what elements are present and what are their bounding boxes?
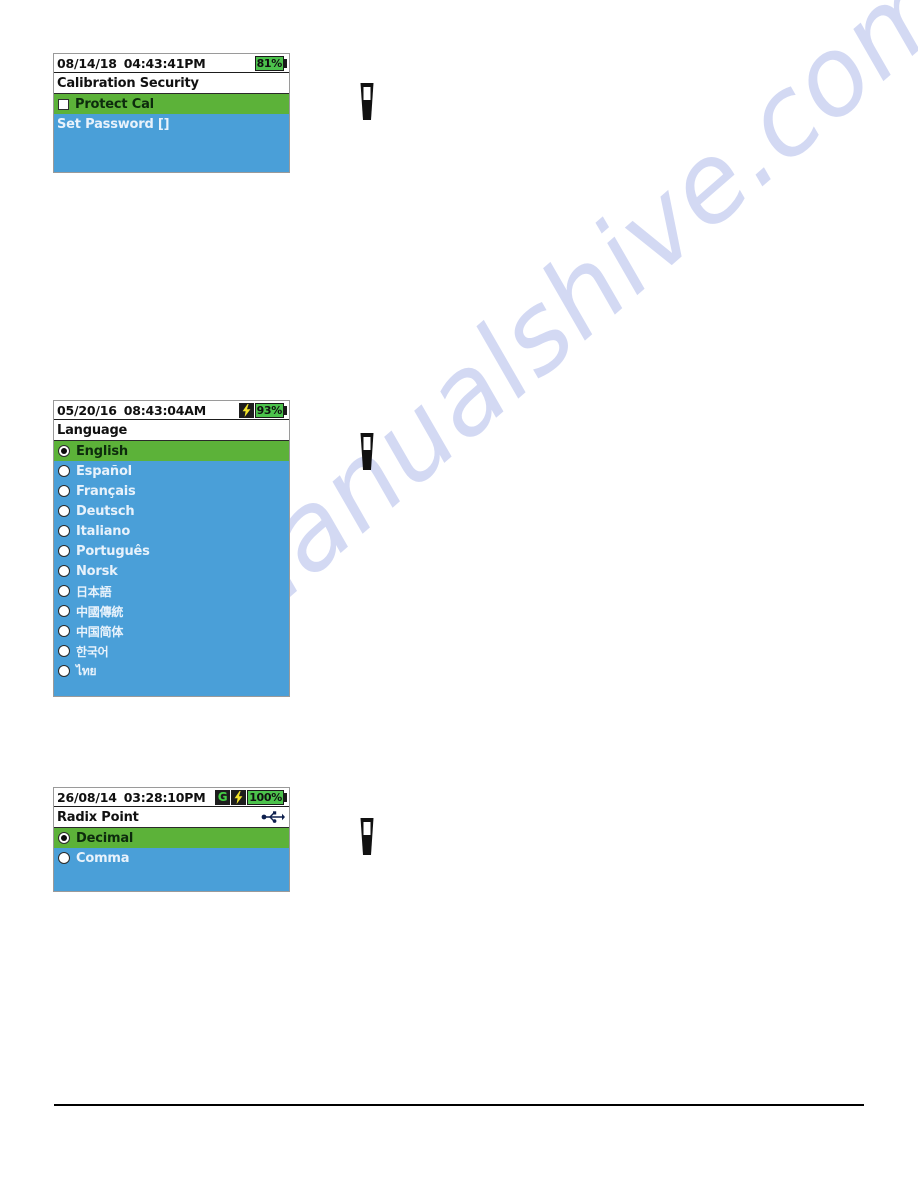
radio-item-japanese[interactable]: 日本語 bbox=[54, 581, 289, 601]
battery-indicator: 81% bbox=[254, 55, 287, 71]
battery-percent: 100% bbox=[249, 790, 282, 804]
battery-body: 81% bbox=[254, 55, 284, 71]
radio-item-label: 日本語 bbox=[76, 584, 112, 599]
handheld-device-icon bbox=[357, 433, 377, 470]
device-screen-calibration-security: 08/14/18 04:43:41PM 81% Calibration Secu… bbox=[53, 53, 290, 173]
radio-item-thai[interactable]: ไทย bbox=[54, 661, 289, 681]
radio-button-icon[interactable] bbox=[58, 505, 70, 517]
status-time: 08:43:04AM bbox=[123, 402, 207, 418]
radio-item-espanol[interactable]: Español bbox=[54, 461, 289, 481]
radio-item-label: 한국어 bbox=[76, 644, 109, 659]
radio-item-label: Italiano bbox=[76, 523, 131, 539]
radio-item-chinese-traditional[interactable]: 中國傳統 bbox=[54, 601, 289, 621]
radio-item-label: Português bbox=[76, 543, 150, 559]
screen-title-bar: Language bbox=[54, 420, 289, 441]
radio-item-label: Norsk bbox=[76, 563, 118, 579]
gps-g-icon: G bbox=[215, 789, 231, 805]
radio-button-icon[interactable] bbox=[58, 832, 70, 844]
battery-percent: 81% bbox=[256, 56, 283, 70]
radio-item-label: Decimal bbox=[76, 830, 134, 846]
radio-button-icon[interactable] bbox=[58, 645, 70, 657]
usb-icon bbox=[261, 811, 285, 824]
status-date: 08/14/18 bbox=[57, 55, 117, 71]
handheld-device-icon bbox=[357, 818, 377, 855]
list-item-protect-cal[interactable]: Protect Cal bbox=[54, 94, 289, 114]
status-indicators: 93% bbox=[238, 402, 287, 418]
radio-item-norsk[interactable]: Norsk bbox=[54, 561, 289, 581]
radio-item-deutsch[interactable]: Deutsch bbox=[54, 501, 289, 521]
radio-button-icon[interactable] bbox=[58, 485, 70, 497]
screen-body: 08/14/18 04:43:41PM 81% Calibration Secu… bbox=[54, 54, 289, 172]
radio-item-label: Español bbox=[76, 463, 132, 479]
page-title: Radix Point bbox=[57, 809, 139, 825]
status-bar: 08/14/18 04:43:41PM 81% bbox=[54, 54, 289, 73]
charging-bolt-icon bbox=[238, 402, 254, 418]
status-date: 26/08/14 bbox=[57, 789, 117, 805]
radio-item-label: English bbox=[76, 443, 128, 459]
radio-item-decimal[interactable]: Decimal bbox=[54, 828, 289, 848]
radio-button-icon[interactable] bbox=[58, 605, 70, 617]
screen-body: 05/20/16 08:43:04AM 93% Language English bbox=[54, 401, 289, 696]
status-date: 05/20/16 bbox=[57, 402, 117, 418]
radio-item-label: ไทย bbox=[76, 663, 97, 678]
battery-cap-icon bbox=[284, 58, 287, 68]
radio-button-icon[interactable] bbox=[58, 465, 70, 477]
status-bar: 05/20/16 08:43:04AM 93% bbox=[54, 401, 289, 420]
radio-button-icon[interactable] bbox=[58, 585, 70, 597]
checkbox-icon[interactable] bbox=[58, 98, 69, 110]
radio-button-icon[interactable] bbox=[58, 445, 70, 457]
radio-item-label: Comma bbox=[76, 850, 130, 866]
page-title: Calibration Security bbox=[57, 75, 199, 91]
footer-divider bbox=[54, 1104, 864, 1106]
radio-button-icon[interactable] bbox=[58, 525, 70, 537]
list-item-set-password[interactable]: Set Password [] bbox=[54, 114, 289, 134]
radio-button-icon[interactable] bbox=[58, 852, 70, 864]
radio-item-comma[interactable]: Comma bbox=[54, 848, 289, 868]
radio-item-korean[interactable]: 한국어 bbox=[54, 641, 289, 661]
list-item-label: Protect Cal bbox=[75, 96, 154, 112]
radio-button-icon[interactable] bbox=[58, 545, 70, 557]
battery-indicator: 100% bbox=[247, 789, 287, 805]
device-screen-radix-point: 26/08/14 03:28:10PM G 100% Radix Point D… bbox=[53, 787, 290, 892]
status-indicators: 81% bbox=[254, 55, 287, 71]
radio-item-english[interactable]: English bbox=[54, 441, 289, 461]
battery-cap-icon bbox=[284, 792, 287, 802]
radio-button-icon[interactable] bbox=[58, 665, 70, 677]
radio-item-label: Deutsch bbox=[76, 503, 135, 519]
status-indicators: G 100% bbox=[215, 789, 287, 805]
radio-item-label: 中国简体 bbox=[76, 624, 124, 639]
radio-item-portugues[interactable]: Português bbox=[54, 541, 289, 561]
screen-title-bar: Calibration Security bbox=[54, 73, 289, 94]
radio-item-italiano[interactable]: Italiano bbox=[54, 521, 289, 541]
radio-item-francais[interactable]: Français bbox=[54, 481, 289, 501]
status-bar: 26/08/14 03:28:10PM G 100% bbox=[54, 788, 289, 807]
handheld-device-icon bbox=[357, 83, 377, 120]
device-screen-language: 05/20/16 08:43:04AM 93% Language English bbox=[53, 400, 290, 697]
radio-item-chinese-simplified[interactable]: 中国简体 bbox=[54, 621, 289, 641]
radio-item-label: Français bbox=[76, 483, 136, 499]
status-time: 04:43:41PM bbox=[123, 55, 206, 71]
list-item-label: Set Password [] bbox=[57, 116, 170, 132]
battery-body: 100% bbox=[247, 789, 284, 805]
battery-cap-icon bbox=[284, 405, 287, 415]
radio-item-label: 中國傳統 bbox=[76, 604, 124, 619]
radio-button-icon[interactable] bbox=[58, 565, 70, 577]
battery-body: 93% bbox=[254, 402, 284, 418]
page-title: Language bbox=[57, 422, 128, 438]
screen-body: 26/08/14 03:28:10PM G 100% Radix Point D… bbox=[54, 788, 289, 891]
screen-title-bar: Radix Point bbox=[54, 807, 289, 828]
status-time: 03:28:10PM bbox=[123, 789, 206, 805]
charging-bolt-icon bbox=[231, 789, 247, 805]
battery-percent: 93% bbox=[256, 403, 283, 417]
battery-indicator: 93% bbox=[254, 402, 287, 418]
radio-button-icon[interactable] bbox=[58, 625, 70, 637]
